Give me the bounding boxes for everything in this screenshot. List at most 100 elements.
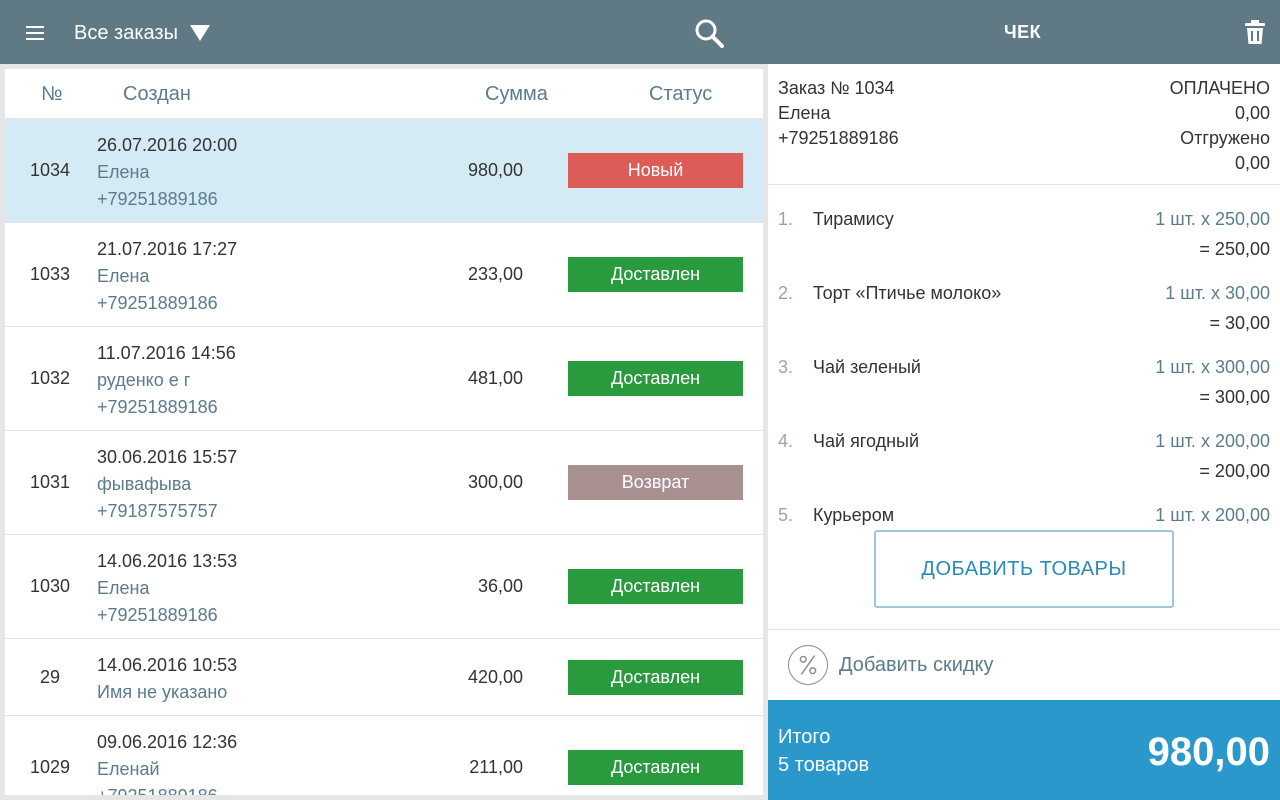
order-sum: 420,00 [467, 667, 523, 687]
order-info: 09.06.2016 12:36 Еленай +79251889186 [97, 729, 237, 795]
order-info: 30.06.2016 15:57 фывафыва +79187575757 [97, 444, 237, 525]
trash-icon[interactable] [1244, 20, 1266, 44]
order-customer-name: Елена [97, 578, 150, 598]
order-number: 1031 [29, 472, 71, 492]
menu-icon[interactable] [26, 26, 44, 40]
order-date: 14.06.2016 13:53 [97, 551, 238, 571]
order-status-badge: Доставлен [568, 257, 743, 292]
receipt-panel: Заказ № 1034 ОПЛАЧЕНО Елена 0,00 +792518… [768, 64, 1280, 800]
shipped-amount: 0,00 [1234, 153, 1270, 173]
item-name: Тирамису [813, 209, 894, 229]
order-info: 14.06.2016 13:53 Елена +79251889186 [97, 548, 237, 629]
order-number: 1032 [29, 368, 71, 388]
order-customer-phone: +79251889186 [97, 397, 218, 417]
item-total: = 300,00 [1199, 387, 1270, 407]
receipt-line-item[interactable]: 1. Тирамису 1 шт. х 250,00 = 250,00 [768, 195, 1280, 259]
order-customer-phone: +79251889186 [97, 189, 218, 209]
item-name: Курьером [813, 505, 895, 525]
add-discount-button[interactable]: Добавить скидку [768, 630, 1280, 700]
item-quantity-price: 1 шт. х 250,00 [1155, 209, 1270, 229]
order-sum: 233,00 [467, 264, 523, 284]
order-status-badge: Новый [568, 153, 743, 188]
order-sum: 481,00 [467, 368, 523, 388]
column-header-number: № [41, 83, 63, 105]
receipt-line-item[interactable]: 4. Чай ягодный 1 шт. х 200,00 = 200,00 [768, 417, 1280, 481]
order-date: 14.06.2016 10:53 [97, 655, 238, 675]
orders-list: 1034 26.07.2016 20:00 Елена +79251889186 980… [5, 119, 763, 795]
item-total: = 30,00 [1209, 313, 1270, 333]
app-bar: Все заказы ЧЕК [0, 0, 1280, 64]
orders-filter-label: Все заказы [74, 21, 178, 44]
order-customer-name: фывафыва [97, 474, 192, 494]
order-customer-name: Еленай [97, 759, 160, 779]
order-customer-phone: +79187575757 [97, 501, 218, 521]
orders-table-header: № Создан Сумма Статус [5, 69, 763, 119]
order-sum: 300,00 [467, 472, 523, 492]
payment-status: ОПЛАЧЕНО [1169, 78, 1270, 98]
column-header-sum: Сумма [485, 83, 548, 105]
item-quantity-price: 1 шт. х 200,00 [1155, 431, 1270, 451]
orders-panel: № Создан Сумма Статус 1034 26.07.2016 20:… [5, 69, 763, 795]
customer-name: Елена [778, 103, 831, 123]
order-status-badge: Доставлен [568, 569, 743, 604]
order-row[interactable]: 1033 21.07.2016 17:27 Елена +79251889186 233… [5, 223, 763, 327]
item-name: Чай зеленый [813, 357, 921, 377]
paid-amount: 0,00 [1234, 103, 1270, 123]
receipt-line-item[interactable]: 3. Чай зеленый 1 шт. х 300,00 = 300,00 [768, 343, 1280, 407]
order-customer-phone: +79251889186 [97, 783, 237, 795]
order-number: 1034 [29, 160, 71, 180]
item-index: 2. [778, 283, 794, 303]
order-sum: 980,00 [467, 160, 523, 180]
item-index: 5. [778, 505, 794, 525]
order-row[interactable]: 1029 09.06.2016 12:36 Еленай +79251889186 21… [5, 716, 763, 795]
search-icon[interactable] [694, 18, 724, 48]
order-number: 29 [39, 667, 61, 687]
orders-filter-dropdown[interactable]: Все заказы [74, 18, 210, 48]
order-status-badge: Доставлен [568, 750, 743, 785]
order-date: 21.07.2016 17:27 [97, 239, 238, 259]
order-date: 09.06.2016 12:36 [97, 732, 238, 752]
order-sum: 211,00 [469, 757, 523, 777]
item-index: 1. [778, 209, 794, 229]
order-info: 26.07.2016 20:00 Елена +79251889186 [97, 132, 237, 213]
order-date: 30.06.2016 15:57 [97, 447, 238, 467]
order-info: 11.07.2016 14:56 руденко е г +79251889186 [97, 340, 236, 421]
percent-icon [788, 645, 828, 685]
order-row[interactable]: 1030 14.06.2016 13:53 Елена +79251889186 36,… [5, 535, 763, 639]
order-number: 1033 [29, 264, 71, 284]
dropdown-triangle-icon [189, 25, 210, 41]
order-customer-phone: +79251889186 [97, 293, 218, 313]
order-number: Заказ № 1034 [778, 78, 895, 98]
order-customer-phone: +79251889186 [97, 605, 218, 625]
column-header-status: Статус [649, 83, 713, 105]
shipped-label: Отгружено [1180, 128, 1270, 148]
column-header-created: Создан [123, 83, 191, 105]
receipt-title: ЧЕК [1004, 22, 1042, 42]
item-index: 3. [778, 357, 794, 377]
receipt-header: Заказ № 1034 ОПЛАЧЕНО Елена 0,00 +792518… [768, 64, 1280, 185]
item-quantity-price: 1 шт. х 30,00 [1165, 283, 1270, 303]
total-label: Итого [778, 726, 831, 748]
order-customer-name: Елена [97, 266, 150, 286]
order-status-badge: Доставлен [568, 361, 743, 396]
order-info: 21.07.2016 17:27 Елена +79251889186 [97, 236, 237, 317]
order-date: 11.07.2016 14:56 [97, 343, 236, 363]
order-row[interactable]: 1032 11.07.2016 14:56 руденко е г +79251889… [5, 327, 763, 431]
order-status-badge: Доставлен [568, 660, 743, 695]
order-status-badge: Возврат [568, 465, 743, 500]
order-sum: 36,00 [477, 576, 523, 596]
order-row[interactable]: 1034 26.07.2016 20:00 Елена +79251889186 980… [5, 119, 763, 223]
item-quantity-price: 1 шт. х 200,00 [1155, 505, 1270, 525]
order-row[interactable]: 29 14.06.2016 10:53 Имя не указано 420,00 До… [5, 639, 763, 716]
add-products-button[interactable]: ДОБАВИТЬ ТОВАРЫ [874, 530, 1174, 608]
receipt-line-item[interactable]: 2. Торт «Птичье молоко» 1 шт. х 30,00 = 30,… [768, 269, 1280, 333]
item-total: = 200,00 [1199, 461, 1270, 481]
receipt-total: Итого 5 товаров 980,00 [768, 700, 1280, 800]
add-discount-label: Добавить скидку [839, 654, 994, 676]
order-row[interactable]: 1031 30.06.2016 15:57 фывафыва +79187575757… [5, 431, 763, 535]
order-date: 26.07.2016 20:00 [97, 135, 238, 155]
item-total: = 250,00 [1199, 239, 1270, 259]
customer-phone: +79251889186 [778, 128, 899, 148]
item-quantity-price: 1 шт. х 300,00 [1155, 357, 1270, 377]
order-number: 1029 [29, 757, 71, 777]
